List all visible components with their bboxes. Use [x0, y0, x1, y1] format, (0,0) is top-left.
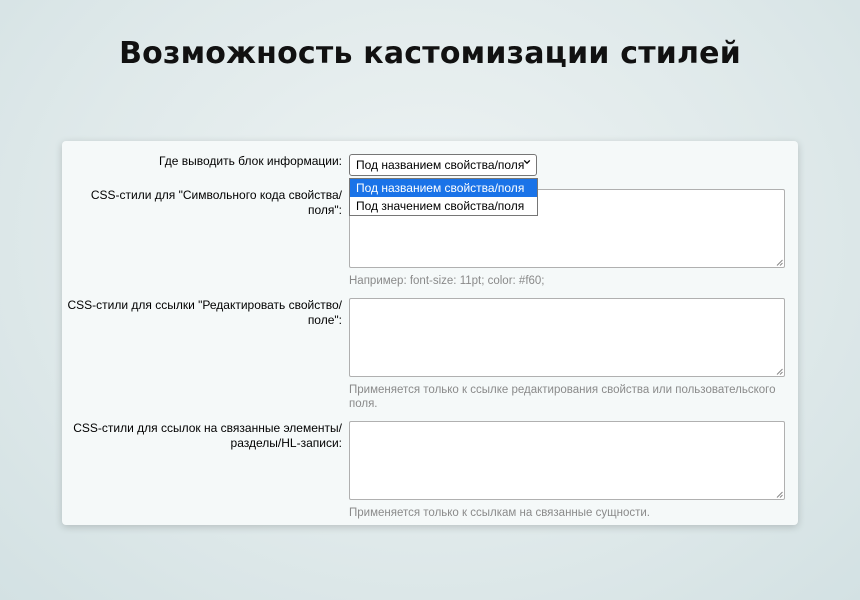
edit-link-css-textarea[interactable]: [349, 298, 785, 377]
edit-link-css-label: CSS-стили для ссылки "Редактировать свой…: [67, 298, 342, 328]
related-css-hint: Применяется только к ссылкам на связанны…: [349, 507, 650, 519]
code-css-label: CSS-стили для "Символьного кода свойства…: [91, 188, 342, 218]
chevron-down-icon: [523, 159, 531, 165]
settings-panel: Где выводить блок информации: Под назван…: [62, 141, 798, 525]
edit-link-css-label-line2: поле":: [307, 313, 342, 327]
page-title: Возможность кастомизации стилей: [119, 36, 741, 71]
display-location-dropdown: Под названием свойства/поля Под значение…: [349, 178, 538, 216]
resize-grip-icon[interactable]: [776, 491, 783, 498]
dropdown-option[interactable]: Под значением свойства/поля: [350, 197, 537, 215]
edit-link-css-hint-line1: Применяется только к ссылке редактирован…: [349, 384, 776, 396]
display-location-label-text: Где выводить блок информации:: [159, 154, 342, 168]
edit-link-css-label-line1: CSS-стили для ссылки "Редактировать свой…: [67, 298, 342, 312]
dropdown-option[interactable]: Под названием свойства/поля: [350, 179, 537, 197]
code-css-label-line1: CSS-стили для "Символьного кода свойства…: [90, 188, 342, 202]
resize-grip-icon[interactable]: [776, 259, 783, 266]
related-css-label: CSS-стили для ссылок на связанные элемен…: [73, 421, 342, 451]
related-css-label-line1: CSS-стили для ссылок на связанные элемен…: [73, 421, 342, 435]
code-css-hint: Например: font-size: 11pt; color: #f60;: [349, 275, 545, 287]
related-css-label-line2: разделы/HL-записи:: [230, 436, 342, 450]
display-location-label: Где выводить блок информации:: [159, 154, 342, 169]
display-location-selected: Под названием свойства/поля: [356, 158, 525, 172]
code-css-label-line2: поля":: [307, 203, 342, 217]
display-location-select[interactable]: Под названием свойства/поля: [349, 154, 537, 176]
resize-grip-icon[interactable]: [776, 368, 783, 375]
edit-link-css-hint-line2: поля.: [349, 398, 378, 410]
related-css-textarea[interactable]: [349, 421, 785, 500]
edit-link-css-hint: Применяется только к ссылке редактирован…: [349, 383, 789, 411]
